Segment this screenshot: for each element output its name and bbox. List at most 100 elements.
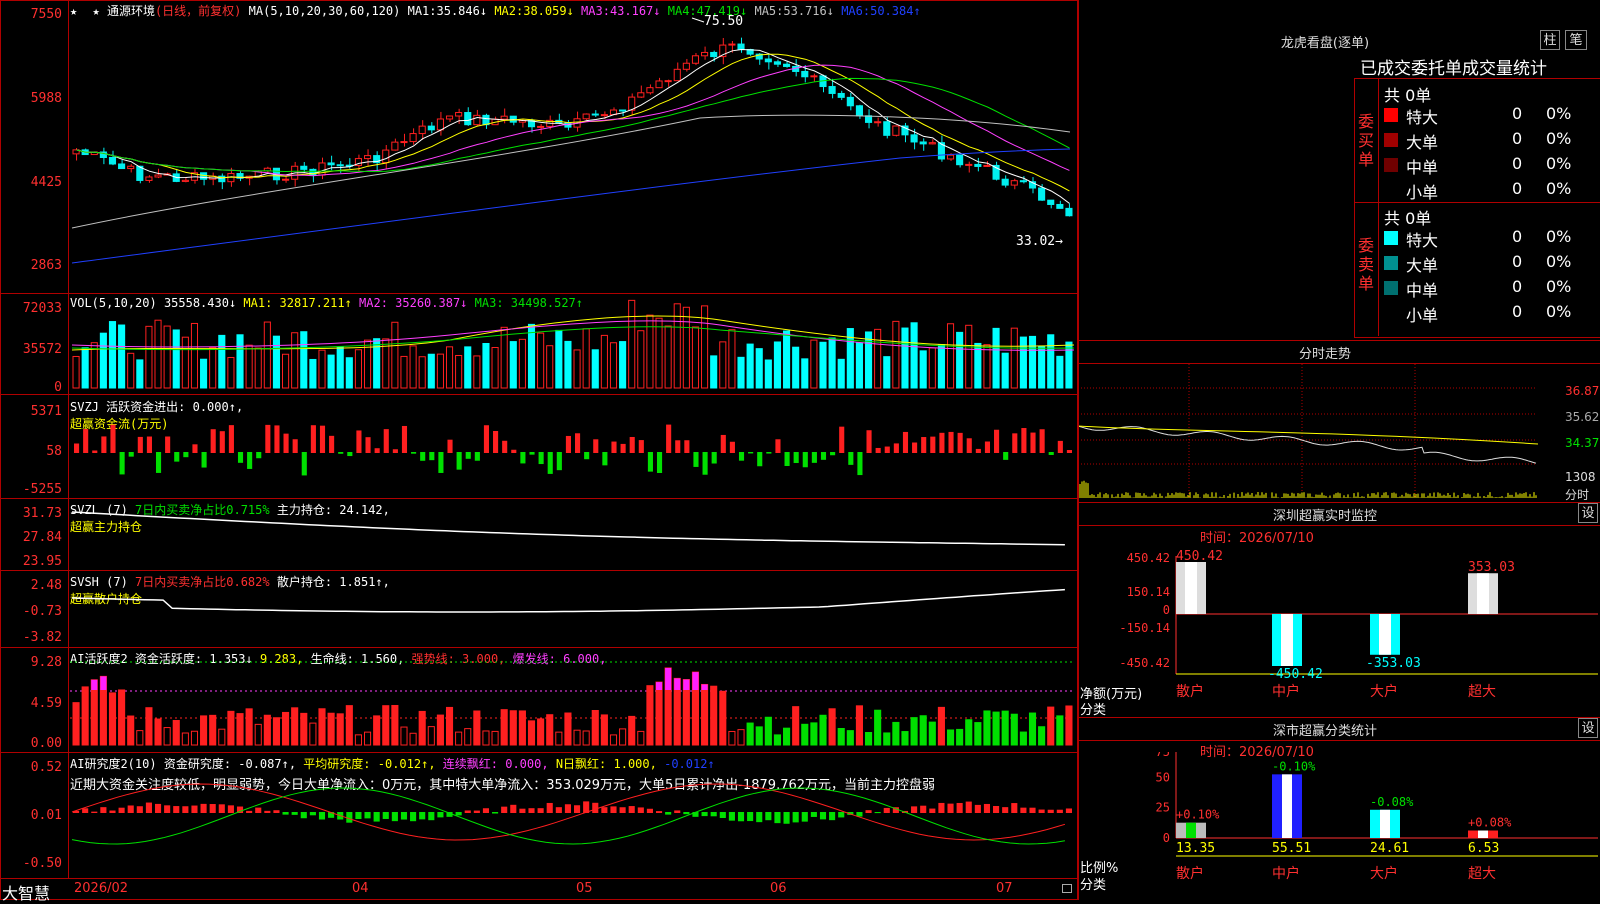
svzj-bar: [1012, 433, 1018, 453]
svzj-bar: [547, 452, 553, 474]
volume-bar: [81, 347, 89, 389]
candle-body: [764, 58, 772, 63]
svzj-bar: [957, 432, 963, 453]
volume-bar: [619, 341, 627, 389]
ai-research-bar: [993, 805, 1000, 813]
volume-bar: [108, 321, 117, 389]
volume-bar: [1047, 334, 1055, 389]
svzj-bar: [383, 429, 389, 453]
ma4-line: [76, 77, 1070, 173]
bar-view-button[interactable]: 柱: [1540, 30, 1560, 50]
svzj-bar: [884, 446, 890, 453]
svzj-bar: [256, 452, 262, 459]
candle-body: [181, 179, 189, 182]
svzj-bar: [110, 424, 116, 453]
x-axis-label: 2026/02: [74, 881, 129, 896]
volume-bar: [418, 356, 426, 389]
ai-active-bar: [127, 715, 135, 746]
volume-bar: [154, 319, 162, 389]
svzj-bar: [219, 431, 225, 453]
monitor-bar-value: -353.03: [1366, 656, 1421, 671]
monitor-bar-highlight: [1379, 614, 1391, 655]
candle-body: [473, 114, 481, 126]
svzj-bar: [875, 447, 881, 453]
volume-bar: [300, 331, 308, 389]
class-change: +0.10%: [1176, 808, 1220, 822]
ai-research-bar: [701, 812, 708, 817]
svzj-bar: [83, 429, 89, 453]
monitor-settings-button[interactable]: 设: [1578, 503, 1598, 523]
order-pct: 0%: [1546, 277, 1572, 296]
chart-canvas[interactable]: 75.50 33.02→: [0, 0, 1078, 878]
ai-research-bar: [710, 812, 717, 817]
candle-body: [391, 141, 399, 151]
ai-active-bar: [254, 723, 262, 746]
volume-bar: [436, 353, 444, 389]
buy-order-row: 中单 0 0%: [1384, 154, 1600, 177]
class-value: 6.53: [1468, 841, 1499, 856]
ai-research-bar: [601, 807, 608, 813]
volume-bar: [555, 329, 563, 389]
order-type: 小单: [1406, 183, 1439, 202]
ai-active-bar: [828, 708, 836, 746]
order-pct: 0%: [1546, 227, 1572, 246]
volume-bar: [837, 358, 845, 389]
volume-bar: [937, 344, 945, 389]
ai-active-bar: [455, 731, 463, 746]
ai-research-bar: [929, 808, 936, 813]
volume-bar: [956, 331, 964, 389]
volume-bar: [546, 345, 554, 389]
svzj-bar: [1003, 452, 1009, 460]
ai-active-bar: [737, 729, 745, 746]
app-logo[interactable]: 大智慧: [2, 880, 50, 904]
candle-body: [1001, 178, 1009, 186]
ai-research-bar: [510, 804, 517, 813]
lock-icon[interactable]: [1062, 884, 1072, 893]
ai-active-bar: [564, 712, 572, 746]
ai-active-bar: [445, 706, 454, 746]
ai-active-bar: [728, 730, 736, 746]
ai-research-bar: [801, 812, 808, 822]
svzj-bar: [338, 452, 344, 454]
ai-research-bar: [227, 805, 234, 813]
ai-research-bar: [665, 812, 672, 815]
svzj-bar: [602, 452, 608, 466]
ai-active-burst: [100, 676, 107, 690]
volume-bar: [637, 330, 645, 389]
intraday-y-tick: 34.37: [1565, 436, 1600, 450]
high-price-label: 75.50: [704, 14, 743, 29]
svzj-bar: [474, 452, 480, 461]
svzj-bar: [738, 452, 745, 461]
volume-bar: [327, 354, 335, 389]
x-axis-label: 04: [352, 881, 369, 896]
svzj-bar: [893, 443, 899, 453]
monitor-y-tick: 450.42: [1127, 551, 1170, 565]
ai-research-bar: [537, 808, 544, 813]
volume-bar: [573, 349, 581, 389]
ai-research-bar: [1029, 807, 1036, 813]
class-settings-button[interactable]: 设: [1578, 718, 1598, 738]
candle-body: [118, 163, 126, 170]
svzj-bar: [329, 435, 335, 453]
candle-body: [801, 70, 809, 78]
volume-bar: [309, 358, 317, 389]
svzj-bar: [74, 443, 80, 453]
ai-active-bar: [764, 716, 772, 746]
ai-research-bar: [1020, 807, 1027, 813]
order-count: 0: [1512, 129, 1523, 148]
intraday-chart[interactable]: [1078, 364, 1600, 500]
monitor-category: 中户: [1272, 683, 1300, 700]
svzj-bar: [310, 425, 316, 453]
ai-active-bar: [701, 683, 709, 746]
color-swatch: [1384, 306, 1398, 320]
ai-research-bar: [309, 812, 316, 816]
tick-view-button[interactable]: 笔: [1565, 30, 1587, 50]
sell-order-row: 小单 0 0%: [1384, 302, 1600, 325]
ai-active-bar: [345, 705, 353, 746]
ai-research-bar: [1047, 809, 1054, 813]
candle-body: [664, 80, 672, 83]
candle-body: [1047, 199, 1055, 205]
ai-research-bar: [300, 812, 307, 819]
volume-bar: [163, 325, 171, 389]
ai-active-bar: [1047, 706, 1055, 746]
